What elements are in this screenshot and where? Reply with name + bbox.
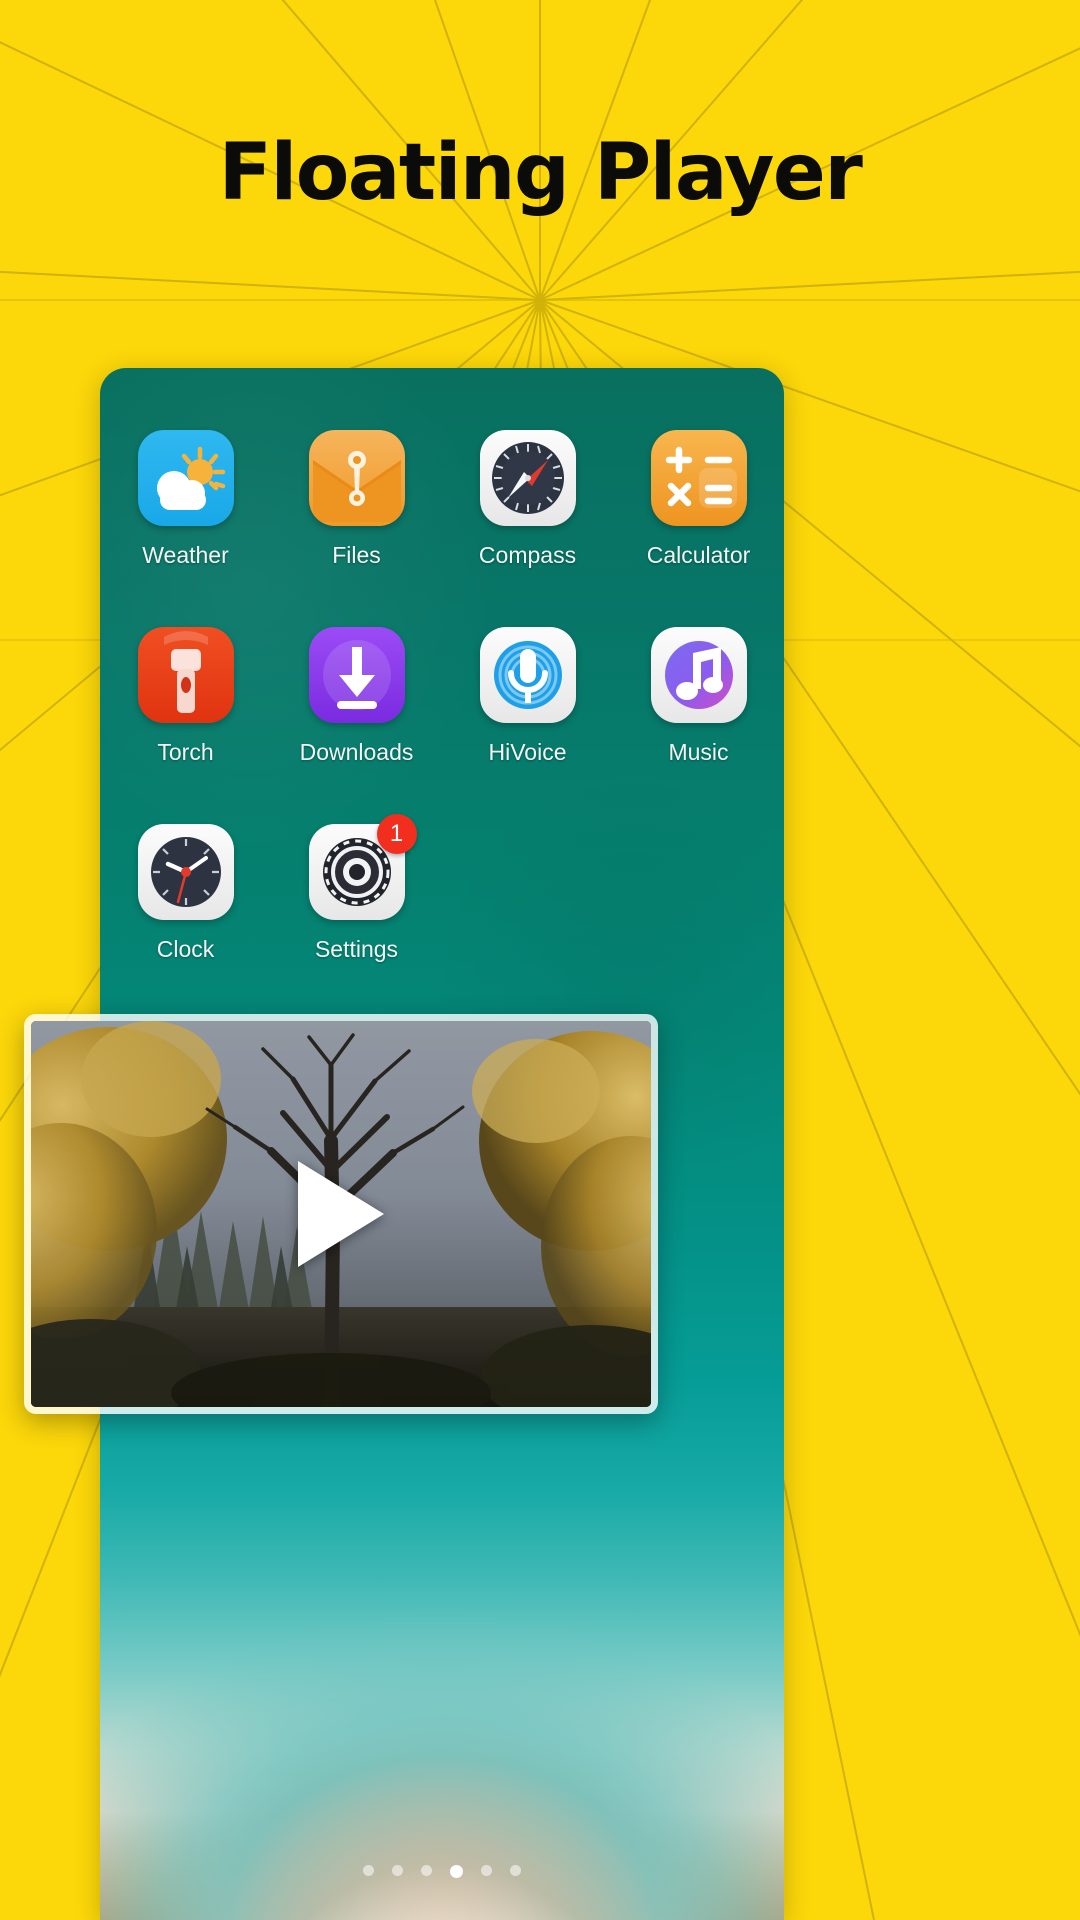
calculator-icon: [650, 430, 747, 526]
torch-icon: [137, 627, 234, 723]
app-torch[interactable]: Torch: [100, 627, 271, 766]
app-icon-wrap: [650, 430, 747, 526]
compass-icon: [479, 430, 576, 526]
clock-icon: [137, 824, 234, 920]
app-icon-wrap: [479, 430, 576, 526]
app-label: Settings: [314, 936, 399, 962]
app-label: Music: [668, 739, 729, 765]
app-icon-wrap: [308, 627, 405, 723]
floating-video-player[interactable]: [24, 1014, 658, 1414]
app-label: Compass: [478, 542, 577, 568]
app-label: Weather: [142, 542, 229, 568]
app-label: Files: [332, 542, 381, 568]
app-icon-wrap: [137, 430, 234, 526]
app-clock[interactable]: Clock: [100, 824, 271, 963]
app-label: Downloads: [299, 739, 414, 765]
page-dot[interactable]: [392, 1865, 403, 1876]
app-downloads[interactable]: Downloads: [271, 627, 442, 766]
app-compass[interactable]: Compass: [442, 430, 613, 569]
page-dot[interactable]: [363, 1865, 374, 1876]
app-settings[interactable]: 1 Settings: [271, 814, 442, 963]
downloads-icon: [308, 627, 405, 723]
app-icon-wrap: [479, 627, 576, 723]
weather-icon: [137, 430, 234, 526]
app-icon-wrap: [650, 627, 747, 723]
app-icon-wrap: [308, 430, 405, 526]
app-hivoice[interactable]: HiVoice: [442, 627, 613, 766]
play-button[interactable]: [298, 1161, 384, 1267]
status-badge: 1: [376, 814, 417, 854]
microphone-icon: [479, 627, 576, 723]
app-grid: Weather Files Compass Calculator Torch D…: [100, 430, 784, 963]
page-dot[interactable]: [481, 1865, 492, 1876]
page-title: Floating Player: [218, 128, 863, 218]
video-surface[interactable]: [31, 1021, 651, 1407]
app-calculator[interactable]: Calculator: [613, 430, 784, 569]
page-dot[interactable]: [510, 1865, 521, 1876]
page-indicator: [100, 1865, 784, 1878]
files-icon: [308, 430, 405, 526]
app-label: Clock: [156, 936, 215, 962]
app-files[interactable]: Files: [271, 430, 442, 569]
app-label: HiVoice: [488, 739, 567, 765]
app-icon-wrap: [137, 627, 234, 723]
app-label: Calculator: [646, 542, 751, 568]
app-label: Torch: [157, 739, 214, 765]
page-dot[interactable]: [421, 1865, 432, 1876]
music-note-icon: [650, 627, 747, 723]
app-music[interactable]: Music: [613, 627, 784, 766]
app-icon-wrap: [137, 824, 234, 920]
page-dot-active[interactable]: [450, 1865, 463, 1878]
app-icon-wrap: 1: [308, 814, 417, 920]
app-weather[interactable]: Weather: [100, 430, 271, 569]
